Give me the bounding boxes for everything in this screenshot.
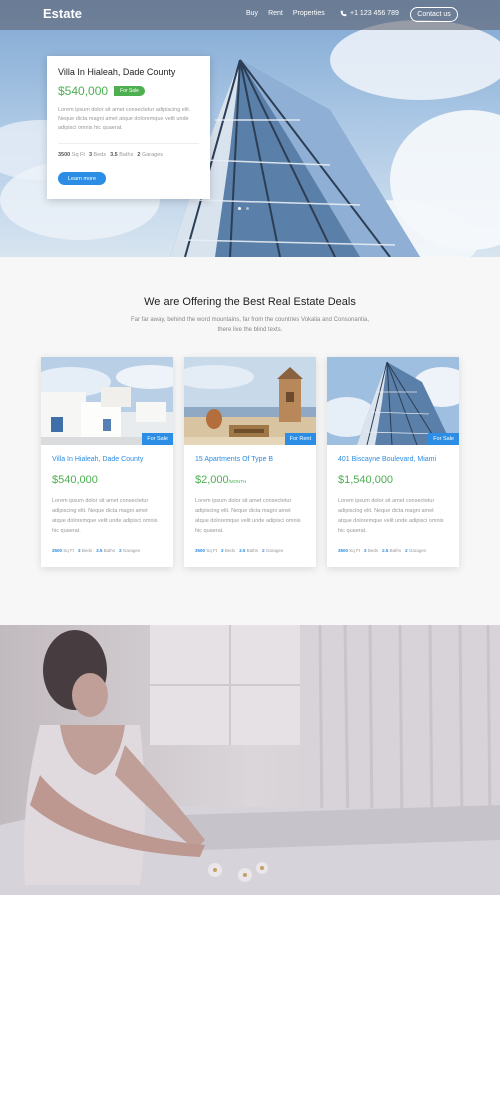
feature-garages: 2 Garages <box>405 548 427 553</box>
property-title[interactable]: 401 Biscayne Boulevard, Miami <box>338 456 448 463</box>
nav-links: Buy Rent Properties <box>246 10 325 17</box>
slider-dot-2[interactable] <box>246 207 249 210</box>
property-card-1[interactable]: For Sale Villa In Hialeah, Dade County $… <box>41 357 173 567</box>
featured-property-features: 3500 Sq Ft 3 Beds 3.5 Baths 2 Garages <box>58 143 199 158</box>
property-features: 3500 Sq Ft 3 Beds 2.5 Baths 2 Garages <box>338 548 448 553</box>
nav-link-buy[interactable]: Buy <box>246 10 258 17</box>
section-heading: We are Offering the Best Real Estate Dea… <box>144 296 356 308</box>
property-price: $1,540,000 <box>338 474 394 486</box>
phone-icon <box>340 10 347 17</box>
feature-baths: 3.5 Baths <box>96 548 116 553</box>
feature-beds: 3 Beds <box>78 548 93 553</box>
property-card-2[interactable]: For Rent 15 Apartments Of Type B $2,000/… <box>184 357 316 567</box>
property-title[interactable]: 15 Apartments Of Type B <box>195 456 305 463</box>
phone-contact[interactable]: +1 123 456 789 <box>340 10 399 17</box>
status-badge: For Sale <box>114 86 145 96</box>
feature-beds: 3 Beds <box>88 152 107 158</box>
feature-sqft: 3500 Sq Ft <box>338 548 361 553</box>
featured-property-price: $540,000 <box>58 84 109 98</box>
feature-baths: 3.5 Baths <box>110 152 134 158</box>
nav-link-properties[interactable]: Properties <box>293 10 325 17</box>
property-features: 3500 Sq Ft 3 Beds 3.5 Baths 2 Garages <box>52 548 162 553</box>
property-description: Lorem ipsum dolor sit amet consectetur a… <box>195 498 301 534</box>
property-image-3: For Sale <box>327 357 459 445</box>
contact-us-button[interactable]: Contact us <box>410 7 458 22</box>
featured-property-card: Villa In Hialeah, Dade County $540,000 F… <box>47 56 210 199</box>
property-price: $540,000 <box>52 474 98 486</box>
property-title[interactable]: Villa In Hialeah, Dade County <box>52 456 162 463</box>
property-image-1: For Sale <box>41 357 173 445</box>
feature-baths: 2.5 Baths <box>382 548 402 553</box>
feature-sqft: 3500 Sq Ft <box>195 548 218 553</box>
property-description: Lorem ipsum dolor sit amet consectetur a… <box>338 498 444 534</box>
feature-sqft: 3500 Sq Ft <box>52 548 75 553</box>
status-badge: For Rent <box>284 433 316 445</box>
property-features: 3500 Sq Ft 3 Beds 3.5 Baths 2 Garages <box>195 548 305 553</box>
woman-on-bed-image <box>0 625 500 895</box>
feature-baths: 3.5 Baths <box>239 548 259 553</box>
property-image-2: For Rent <box>184 357 316 445</box>
feature-beds: 3 Beds <box>221 548 236 553</box>
feature-garages: 2 Garages <box>262 548 284 553</box>
status-badge: For Sale <box>428 433 459 445</box>
feature-sqft: 3500 Sq Ft <box>58 152 85 158</box>
property-card-3[interactable]: For Sale 401 Biscayne Boulevard, Miami $… <box>327 357 459 567</box>
page-bottom-space <box>0 895 500 1100</box>
feature-garages: 2 Garages <box>119 548 141 553</box>
feature-beds: 3 Beds <box>364 548 379 553</box>
phone-number: +1 123 456 789 <box>350 10 399 17</box>
top-navbar: Estate Buy Rent Properties +1 123 456 78… <box>0 0 500 30</box>
feature-garages: 2 Garages <box>137 152 164 158</box>
featured-property-description: Lorem ipsum dolor sit amet consectetur a… <box>58 107 191 131</box>
hero-banner: Villa In Hialeah, Dade County $540,000 F… <box>0 0 500 257</box>
brand-logo[interactable]: Estate <box>43 6 82 21</box>
status-badge: For Sale <box>142 433 173 445</box>
lifestyle-photo <box>0 625 500 895</box>
nav-link-rent[interactable]: Rent <box>268 10 283 17</box>
slider-dot-1[interactable] <box>238 207 241 210</box>
section-subheading: Far far away, behind the word mountains,… <box>130 317 370 333</box>
slider-dots <box>238 207 249 210</box>
featured-property-title: Villa In Hialeah, Dade County <box>58 67 176 77</box>
property-description: Lorem ipsum dolor sit amet consectetur a… <box>52 498 158 534</box>
learn-more-button[interactable]: Learn more <box>58 172 106 185</box>
property-price: $2,000/month <box>195 474 247 486</box>
